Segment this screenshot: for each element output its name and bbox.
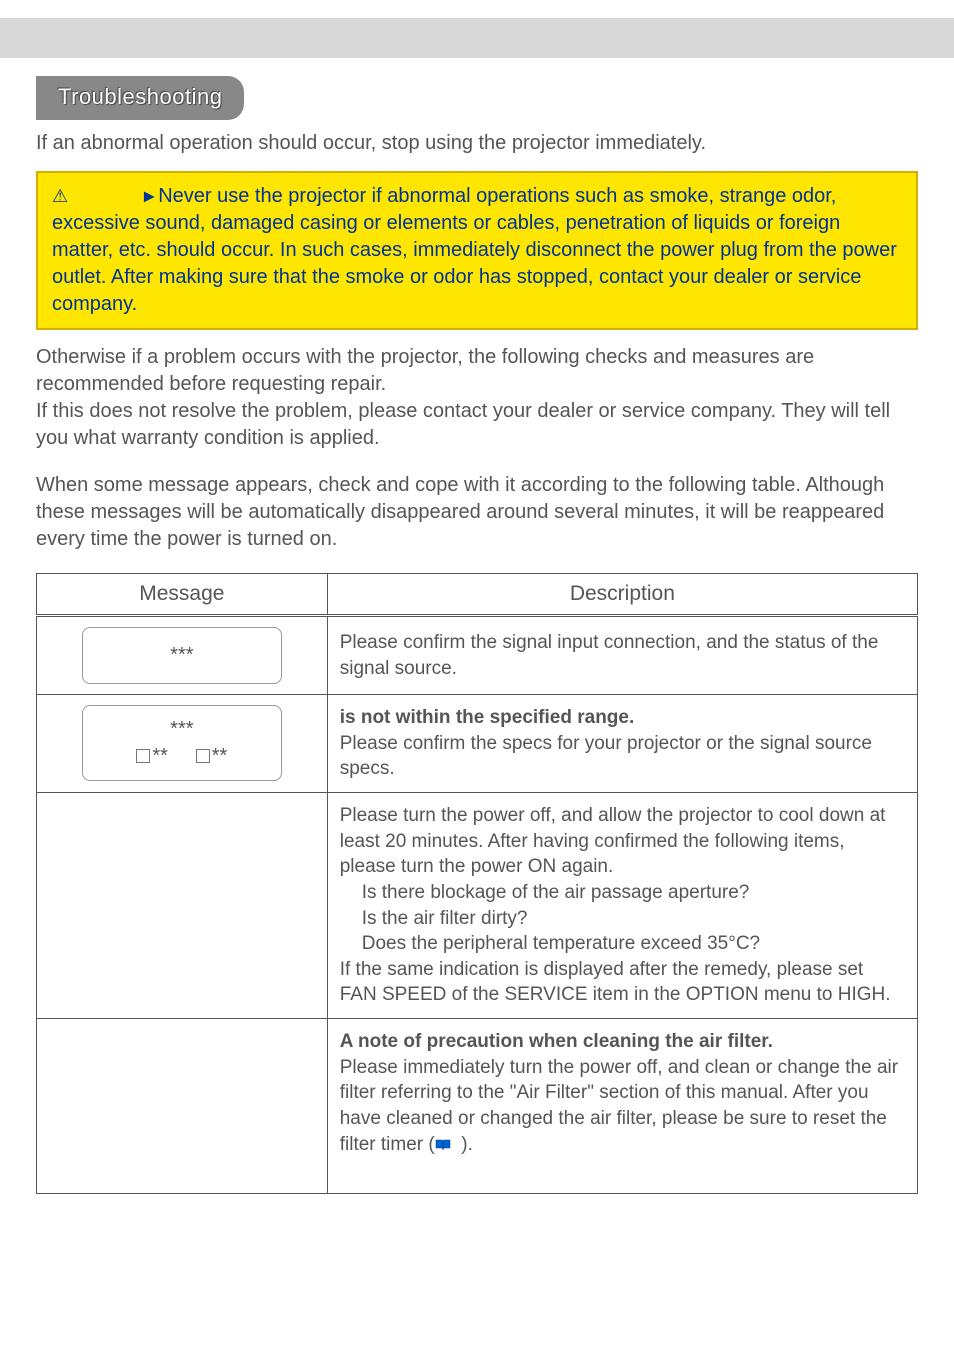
table-row: A note of precaution when cleaning the a… [37,1019,918,1194]
top-bar [0,18,954,58]
paragraph-2: If this does not resolve the problem, pl… [36,398,918,452]
description-cell: is not within the specified range. Pleas… [327,695,917,793]
message-cell-empty [37,1019,328,1194]
warning-box: ⚠ ►Never use the projector if abnormal o… [36,171,918,330]
arrow-icon: ► [140,186,158,206]
book-icon [435,1139,451,1151]
table-row: *** ** ** is not within the specified ra… [37,695,918,793]
msg-cb2: ** [212,745,228,767]
msg-line1: *** [170,718,193,740]
desc-title: A note of precaution when cleaning the a… [340,1031,773,1052]
description-cell: Please turn the power off, and allow the… [327,792,917,1018]
desc-d1: Please turn the power off, and allow the… [340,803,905,880]
table-row: *** Please confirm the signal input conn… [37,616,918,695]
col-header-description: Description [327,573,917,615]
description-cell: Please confirm the signal input connecti… [327,616,917,695]
desc-d2: If the same indication is displayed afte… [340,957,905,1008]
paragraph-1: Otherwise if a problem occurs with the p… [36,344,918,398]
desc-bold: is not within the specified range. [340,707,635,728]
warning-icon: ⚠ [52,186,68,206]
message-cell: *** [37,616,328,695]
table-row: Please turn the power off, and allow the… [37,792,918,1018]
section-tab: Troubleshooting [36,76,244,120]
intro-text: If an abnormal operation should occur, s… [36,130,918,157]
col-header-message: Message [37,573,328,615]
desc-rest: Please confirm the specs for your projec… [340,733,872,780]
message-cell-empty [37,792,328,1018]
checkbox-icon [136,749,150,763]
desc-bullet: Does the peripheral temperature exceed 3… [340,931,905,957]
msg-cb1: ** [152,745,168,767]
desc-body2: ). [461,1134,473,1155]
description-cell: A note of precaution when cleaning the a… [327,1019,917,1194]
desc-body1: Please immediately turn the power off, a… [340,1057,898,1155]
message-box: *** ** ** [82,705,282,781]
message-table: Message Description *** Please confirm t… [36,573,918,1194]
desc-bullet: Is the air filter dirty? [340,906,905,932]
warning-text: Never use the projector if abnormal oper… [52,185,897,315]
checkbox-icon [196,749,210,763]
desc-bullet: Is there blockage of the air passage ape… [340,880,905,906]
message-cell: *** ** ** [37,695,328,793]
message-box: *** [82,627,282,684]
paragraph-3: When some message appears, check and cop… [36,472,918,553]
